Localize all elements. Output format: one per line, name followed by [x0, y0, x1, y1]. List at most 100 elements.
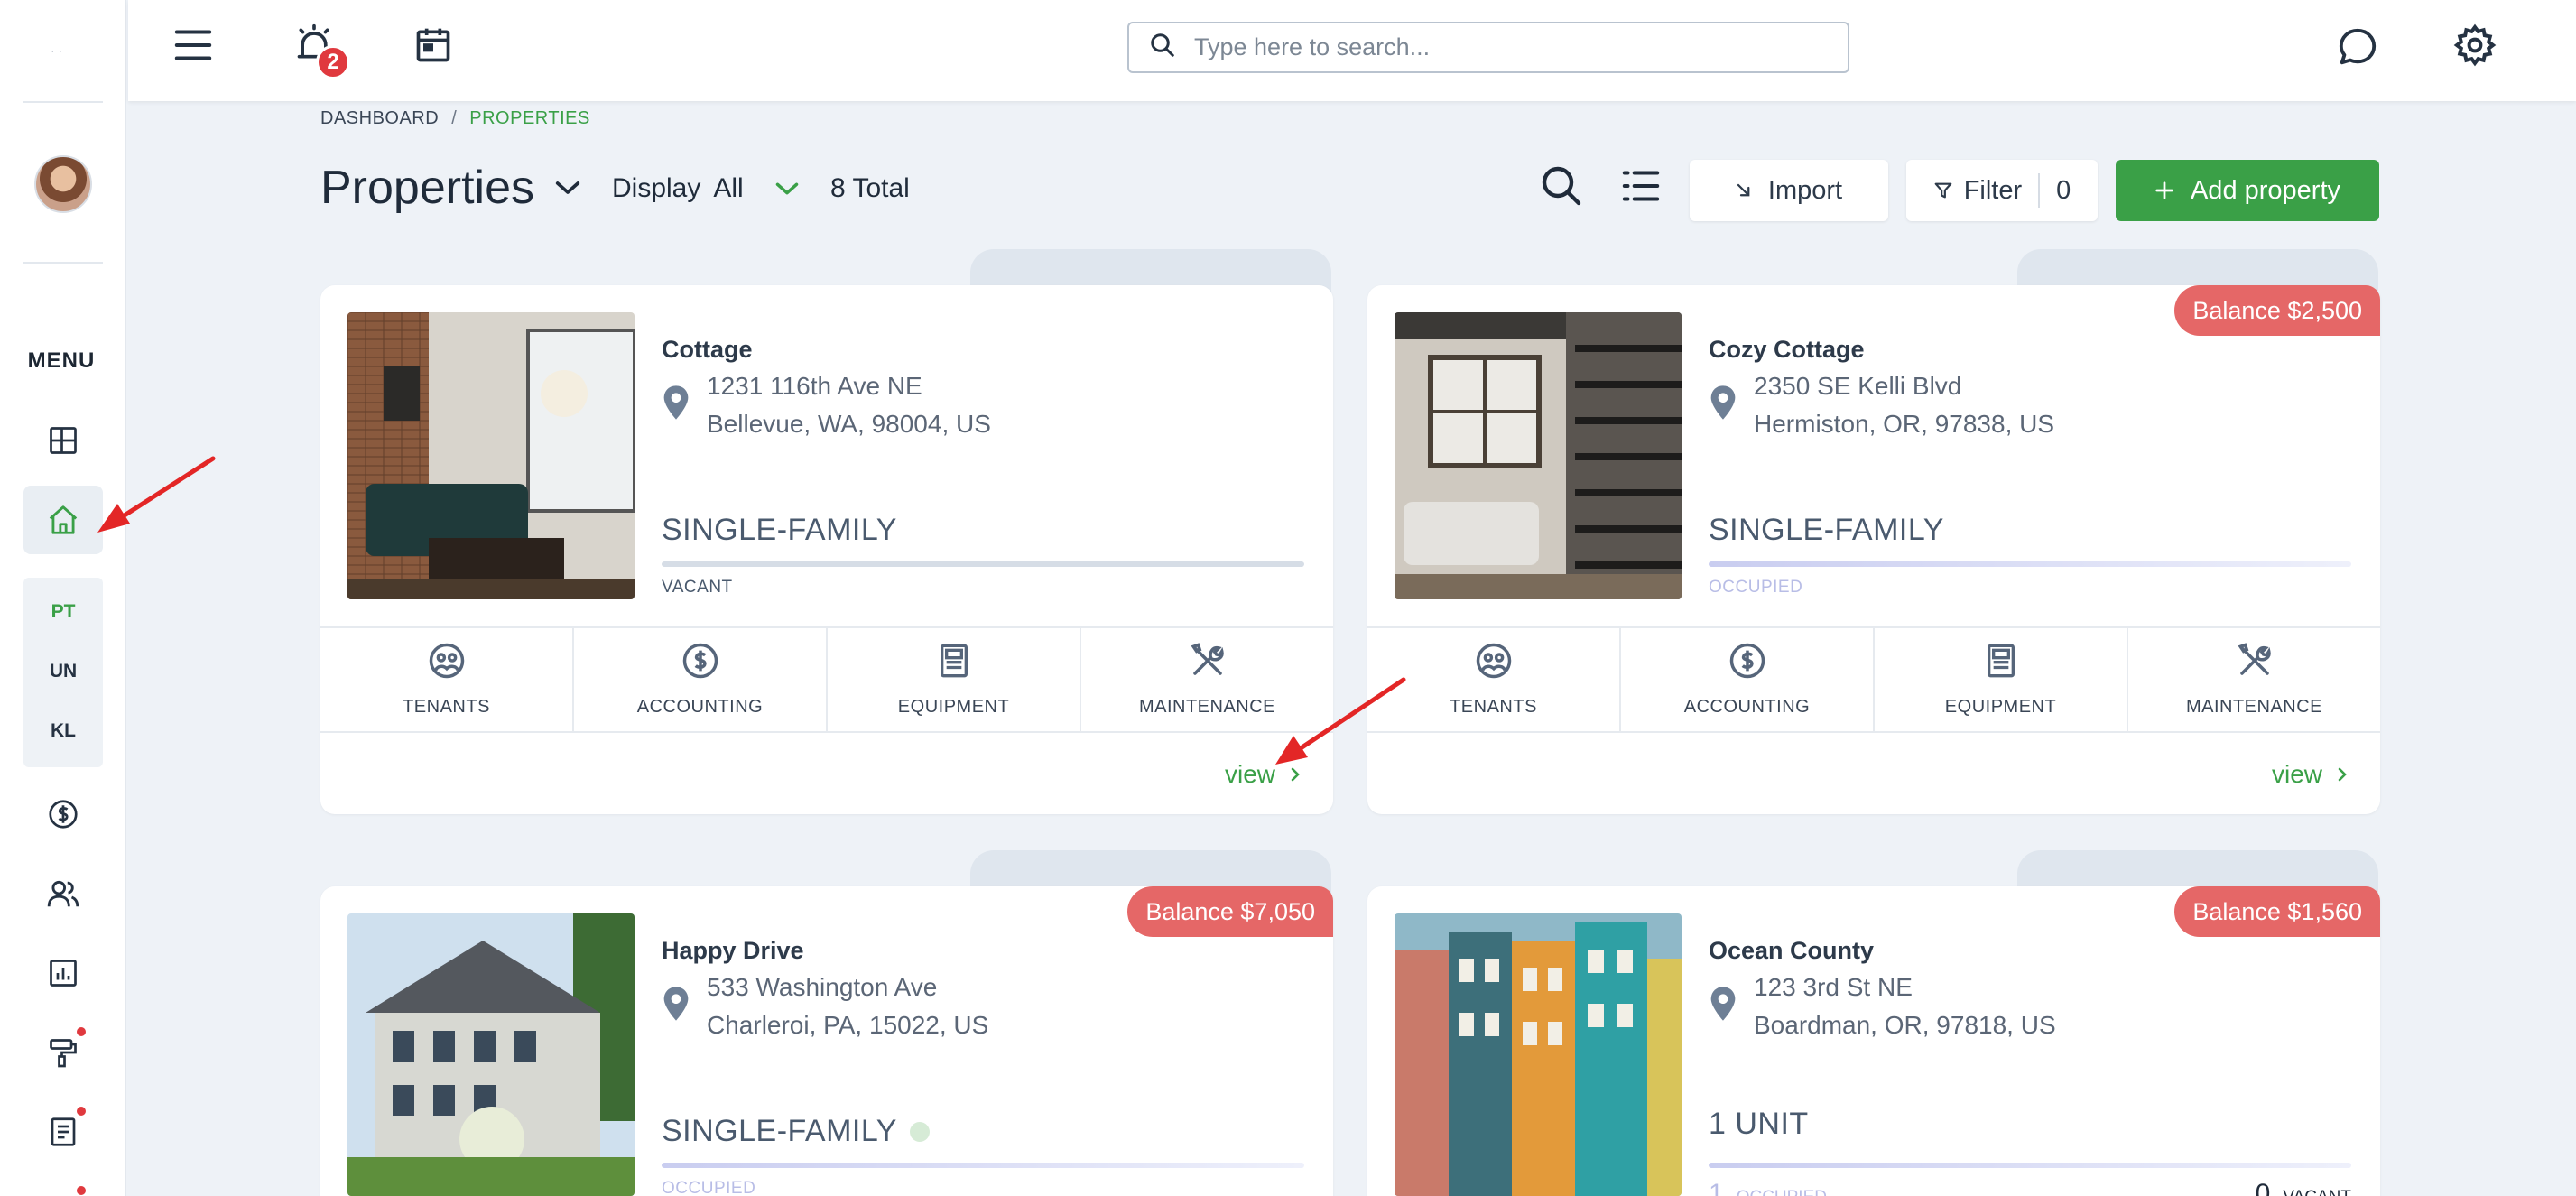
maintenance-button[interactable]: MAINTENANCE — [2128, 628, 2380, 731]
property-name[interactable]: Cottage — [662, 336, 753, 364]
occupancy-bar — [1709, 561, 2351, 567]
logo[interactable]: · · — [51, 43, 78, 58]
property-type: SINGLE-FAMILY — [662, 1114, 930, 1149]
location-pin-icon — [1709, 385, 1737, 421]
occupancy-status: OCCUPIED — [662, 1179, 756, 1196]
property-name[interactable]: Happy Drive — [662, 937, 804, 965]
filter-divider — [2038, 173, 2041, 208]
balance-badge: Balance $2,500 — [2174, 285, 2380, 336]
property-name[interactable]: Cozy Cottage — [1709, 336, 1865, 364]
address-line-1: 1231 116th Ave NE — [707, 372, 922, 400]
dashboard-icon[interactable] — [40, 417, 87, 464]
property-type-label: SINGLE-FAMILY — [662, 1114, 897, 1148]
equipment-button[interactable]: EQUIPMENT — [828, 628, 1081, 731]
occupancy-bar — [662, 1163, 1304, 1168]
chat-icon[interactable] — [2332, 22, 2383, 72]
reports-icon[interactable] — [40, 950, 87, 997]
property-type: SINGLE-FAMILY — [662, 513, 897, 547]
home-icon[interactable] — [40, 496, 87, 543]
property-photo[interactable] — [1395, 913, 1682, 1196]
occupied-count: 1 — [1709, 1179, 1724, 1196]
notification-dot — [77, 1027, 86, 1036]
add-property-label: Add property — [2190, 175, 2341, 205]
occupancy-status: OCCUPIED — [1709, 578, 1803, 597]
address-line-1: 2350 SE Kelli Blvd — [1754, 372, 1962, 400]
search-input[interactable] — [1194, 33, 1826, 61]
property-card[interactable]: Cottage 1231 116th Ave NE Bellevue, WA, … — [320, 285, 1333, 814]
gear-icon[interactable] — [2450, 20, 2500, 70]
dollar-icon[interactable] — [40, 791, 87, 838]
breadcrumb-dashboard[interactable]: DASHBOARD — [320, 108, 439, 128]
notification-dot — [77, 1107, 86, 1116]
equipment-label: EQUIPMENT — [897, 697, 1010, 717]
property-card[interactable]: Balance $7,050 Happy Drive 533 Washingto… — [320, 886, 1333, 1196]
sidebar: · · MENU PT UN KL — [0, 0, 126, 1196]
shortcut-kl[interactable]: KL — [23, 720, 103, 742]
accounting-label: ACCOUNTING — [1683, 697, 1811, 717]
topbar: 2 — [128, 0, 2576, 101]
search-icon — [1149, 32, 1176, 63]
accounting-button[interactable]: ACCOUNTING — [574, 628, 828, 731]
tenants-icon — [1475, 642, 1513, 684]
shortcut-pt[interactable]: PT — [23, 601, 103, 623]
maintenance-label: MAINTENANCE — [1138, 697, 1276, 717]
search-bar[interactable] — [1127, 22, 1849, 73]
avatar[interactable] — [34, 155, 92, 213]
equipment-button[interactable]: EQUIPMENT — [1875, 628, 2128, 731]
location-pin-icon — [662, 986, 690, 1022]
location-pin-icon — [1709, 986, 1737, 1022]
property-photo[interactable] — [347, 913, 635, 1196]
breadcrumb-separator: / — [451, 108, 458, 128]
list-view-icon[interactable] — [1617, 162, 1664, 209]
chevron-down-icon — [774, 181, 800, 197]
plus-icon — [2154, 181, 2174, 200]
tenants-label: TENANTS — [403, 697, 490, 717]
property-shortcuts: PT UN KL — [23, 578, 103, 767]
display-filter[interactable]: Display All — [612, 173, 800, 204]
users-icon[interactable] — [40, 870, 87, 917]
property-photo[interactable] — [1395, 312, 1682, 599]
equipment-icon — [1983, 642, 2019, 684]
display-value: All — [713, 173, 744, 203]
menu-label: MENU — [27, 348, 96, 373]
property-type: 1 UNIT — [1709, 1107, 1809, 1141]
balance-badge: Balance $1,560 — [2174, 886, 2380, 937]
occupancy-status: VACANT — [662, 578, 733, 597]
annotation-arrow — [1275, 677, 1406, 765]
equipment-label: EQUIPMENT — [1944, 697, 2057, 717]
filter-count: 0 — [2056, 175, 2071, 205]
shortcut-un[interactable]: UN — [23, 661, 103, 682]
filter-label: Filter — [1963, 175, 2023, 205]
tools-icon — [1189, 642, 1227, 684]
annotation-arrow — [97, 456, 216, 533]
view-label: view — [2271, 760, 2322, 788]
address-line-2: Charleroi, PA, 15022, US — [707, 1011, 989, 1039]
property-card[interactable]: Balance $1,560 Ocean County 123 3rd St N… — [1367, 886, 2380, 1196]
status-dot — [909, 1121, 930, 1142]
tenants-icon — [428, 642, 466, 684]
card-actions: TENANTS ACCOUNTING EQUIPMENT MAINTENANCE — [320, 626, 1333, 733]
balance-badge: Balance $7,050 — [1127, 886, 1333, 937]
vacant-count: 0 — [2255, 1179, 2271, 1196]
accounting-button[interactable]: ACCOUNTING — [1621, 628, 1875, 731]
filter-icon — [1933, 180, 1953, 201]
property-photo[interactable] — [347, 312, 635, 599]
add-property-button[interactable]: Add property — [2116, 160, 2379, 221]
property-card[interactable]: Balance $2,500 Cozy Cottage 2350 SE Kell… — [1367, 285, 2380, 814]
import-button[interactable]: Import — [1690, 160, 1888, 221]
hamburger-menu-icon[interactable] — [168, 20, 218, 70]
view-link[interactable]: view — [2272, 760, 2348, 789]
occupied-units: 1 OCCUPIED — [1709, 1179, 1827, 1196]
search-icon[interactable] — [1538, 162, 1585, 209]
sidebar-divider — [23, 262, 103, 264]
page-title-dropdown[interactable]: Properties — [320, 161, 581, 215]
address-line-1: 533 Washington Ave — [707, 973, 938, 1001]
occupancy-bar — [662, 561, 1304, 567]
address-line-2: Boardman, OR, 97818, US — [1754, 1011, 2056, 1039]
page-title: Properties — [320, 162, 534, 214]
breadcrumb-current: PROPERTIES — [469, 108, 590, 128]
filter-button[interactable]: Filter 0 — [1906, 160, 2098, 221]
property-name[interactable]: Ocean County — [1709, 937, 1874, 965]
calendar-icon[interactable] — [408, 20, 459, 70]
tenants-button[interactable]: TENANTS — [320, 628, 574, 731]
